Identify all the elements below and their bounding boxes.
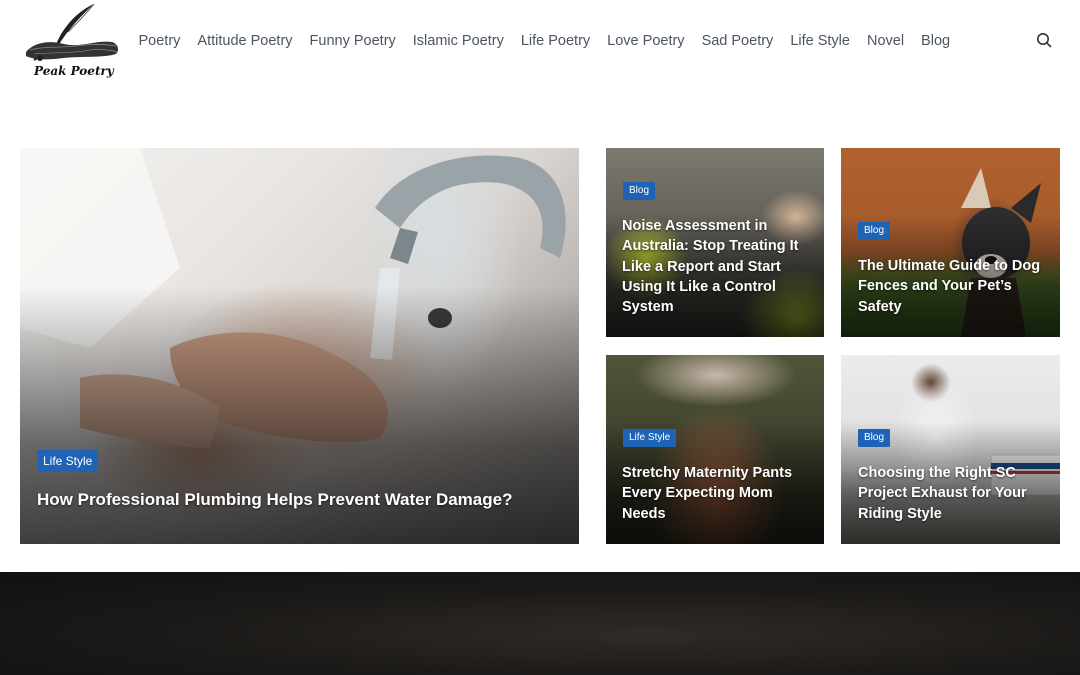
quill-ink-logo-icon <box>26 3 119 61</box>
category-badge[interactable]: Life Style <box>37 450 99 472</box>
search-icon <box>1037 33 1052 48</box>
nav-blog[interactable]: Blog <box>921 30 950 52</box>
nav-love-poetry[interactable]: Love Poetry <box>607 30 684 52</box>
post-card[interactable]: Blog The Ultimate Guide to Dog Fences an… <box>841 148 1060 337</box>
category-badge[interactable]: Blog <box>858 429 891 447</box>
post-card[interactable]: Blog Choosing the Right SC Project Exhau… <box>841 355 1060 544</box>
dark-section-background <box>0 572 1080 675</box>
category-badge[interactable]: Blog <box>623 182 656 200</box>
post-title[interactable]: The Ultimate Guide to Dog Fences and You… <box>858 256 1043 317</box>
main-nav: Poetry Attitude Poetry Funny Poetry Isla… <box>130 30 959 52</box>
nav-funny-poetry[interactable]: Funny Poetry <box>310 30 396 52</box>
nav-islamic-poetry[interactable]: Islamic Poetry <box>413 30 504 52</box>
nav-novel[interactable]: Novel <box>867 30 904 52</box>
site-header: Peak Poetry Poetry Attitude Poetry Funny… <box>0 0 1080 90</box>
logo-text: Peak Poetry <box>34 64 114 78</box>
post-title[interactable]: Stretchy Maternity Pants Every Expecting… <box>622 463 807 524</box>
post-card[interactable]: Blog Noise Assessment in Australia: Stop… <box>606 148 824 337</box>
site-logo[interactable]: Peak Poetry <box>20 0 124 84</box>
featured-post-card[interactable]: Life Style How Professional Plumbing Hel… <box>20 148 579 544</box>
nav-poetry[interactable]: Poetry <box>139 30 181 52</box>
nav-life-poetry[interactable]: Life Poetry <box>521 30 590 52</box>
post-title[interactable]: Choosing the Right SC Project Exhaust fo… <box>858 463 1043 524</box>
post-title[interactable]: Noise Assessment in Australia: Stop Trea… <box>622 216 807 317</box>
nav-life-style[interactable]: Life Style <box>790 30 850 52</box>
nav-sad-poetry[interactable]: Sad Poetry <box>702 30 774 52</box>
post-title[interactable]: How Professional Plumbing Helps Prevent … <box>37 489 557 511</box>
category-badge[interactable]: Blog <box>858 222 891 240</box>
search-button[interactable] <box>1034 30 1054 50</box>
category-badge[interactable]: Life Style <box>623 429 677 447</box>
nav-attitude-poetry[interactable]: Attitude Poetry <box>197 30 292 52</box>
post-card[interactable]: Life Style Stretchy Maternity Pants Ever… <box>606 355 824 544</box>
